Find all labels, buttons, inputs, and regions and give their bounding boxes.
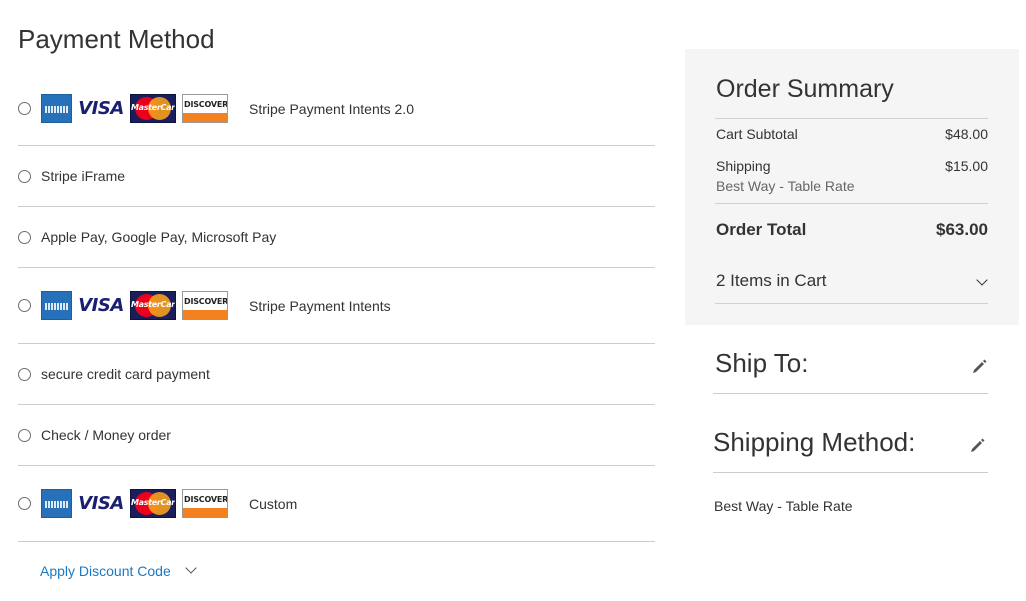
mastercard-card-icon: MasterCard bbox=[130, 94, 176, 123]
mastercard-card-icon: MasterCard bbox=[130, 489, 176, 518]
edit-pencil-icon[interactable] bbox=[969, 436, 987, 454]
card-icons: VISA MasterCard DISCOVER bbox=[41, 489, 234, 518]
divider bbox=[713, 472, 988, 473]
order-summary-title: Order Summary bbox=[716, 75, 894, 103]
divider bbox=[715, 118, 988, 119]
payment-radio[interactable] bbox=[18, 169, 31, 183]
amex-card-icon bbox=[41, 94, 72, 123]
shipping-method-value: Best Way - Table Rate bbox=[714, 498, 853, 514]
order-total-value: $63.00 bbox=[936, 220, 988, 239]
payment-option-custom[interactable]: VISA MasterCard DISCOVER Custom bbox=[18, 466, 655, 542]
payment-option-label: Stripe iFrame bbox=[41, 168, 126, 184]
payment-radio[interactable] bbox=[18, 102, 31, 115]
items-in-cart-toggle[interactable]: 2 Items in Cart bbox=[716, 271, 989, 291]
chevron-down-icon bbox=[185, 562, 197, 574]
apply-discount-label: Apply Discount Code bbox=[40, 563, 171, 579]
payment-method-title: Payment Method bbox=[18, 24, 215, 54]
payment-option-stripe-intents-2[interactable]: VISA MasterCard DISCOVER Stripe Payment … bbox=[18, 72, 655, 146]
card-icons: VISA MasterCard DISCOVER bbox=[41, 291, 234, 320]
discover-card-icon: DISCOVER bbox=[182, 94, 228, 123]
visa-card-icon: VISA bbox=[78, 493, 124, 514]
cart-subtotal-value: $48.00 bbox=[945, 126, 988, 142]
visa-card-icon: VISA bbox=[78, 98, 124, 119]
visa-card-icon: VISA bbox=[78, 295, 124, 316]
ship-to-title: Ship To: bbox=[715, 348, 809, 378]
discover-card-icon: DISCOVER bbox=[182, 291, 228, 320]
shipping-label: Shipping bbox=[716, 158, 771, 174]
payment-option-check-money-order[interactable]: Check / Money order bbox=[18, 405, 655, 466]
discover-card-icon: DISCOVER bbox=[182, 489, 228, 518]
edit-pencil-icon[interactable] bbox=[971, 357, 989, 375]
divider bbox=[713, 393, 988, 394]
divider bbox=[715, 203, 988, 204]
payment-radio[interactable] bbox=[18, 299, 31, 312]
cart-subtotal-label: Cart Subtotal bbox=[716, 126, 798, 142]
payment-radio[interactable] bbox=[18, 230, 31, 244]
payment-option-stripe-iframe[interactable]: Stripe iFrame bbox=[18, 146, 655, 207]
payment-radio[interactable] bbox=[18, 428, 31, 442]
payment-option-label: Check / Money order bbox=[41, 427, 171, 443]
payment-option-stripe-intents[interactable]: VISA MasterCard DISCOVER Stripe Payment … bbox=[18, 268, 655, 344]
chevron-down-icon bbox=[976, 274, 988, 286]
card-icons: VISA MasterCard DISCOVER bbox=[41, 94, 234, 123]
divider bbox=[715, 303, 988, 304]
payment-option-label: Stripe Payment Intents 2.0 bbox=[249, 100, 414, 117]
payment-option-secure-cc[interactable]: secure credit card payment bbox=[18, 344, 655, 405]
payment-option-wallets[interactable]: Apple Pay, Google Pay, Microsoft Pay bbox=[18, 207, 655, 268]
items-in-cart-label: 2 Items in Cart bbox=[716, 271, 827, 290]
apply-discount-code-toggle[interactable]: Apply Discount Code bbox=[40, 562, 197, 579]
mastercard-card-icon: MasterCard bbox=[130, 291, 176, 320]
payment-option-label: Custom bbox=[249, 495, 298, 512]
order-total-label: Order Total bbox=[716, 220, 807, 239]
payment-option-label: secure credit card payment bbox=[41, 366, 210, 382]
amex-card-icon bbox=[41, 291, 72, 320]
payment-radio[interactable] bbox=[18, 367, 31, 381]
order-summary: Order Summary Cart Subtotal $48.00 Shipp… bbox=[685, 49, 1019, 325]
shipping-method-title: Shipping Method: bbox=[713, 427, 916, 457]
payment-option-label: Apple Pay, Google Pay, Microsoft Pay bbox=[41, 229, 277, 245]
shipping-value: $15.00 bbox=[945, 158, 988, 174]
shipping-method-note: Best Way - Table Rate bbox=[716, 178, 855, 194]
payment-radio[interactable] bbox=[18, 497, 31, 510]
payment-option-label: Stripe Payment Intents bbox=[249, 297, 391, 314]
payment-methods-list: VISA MasterCard DISCOVER Stripe Payment … bbox=[18, 72, 655, 542]
amex-card-icon bbox=[41, 489, 72, 518]
